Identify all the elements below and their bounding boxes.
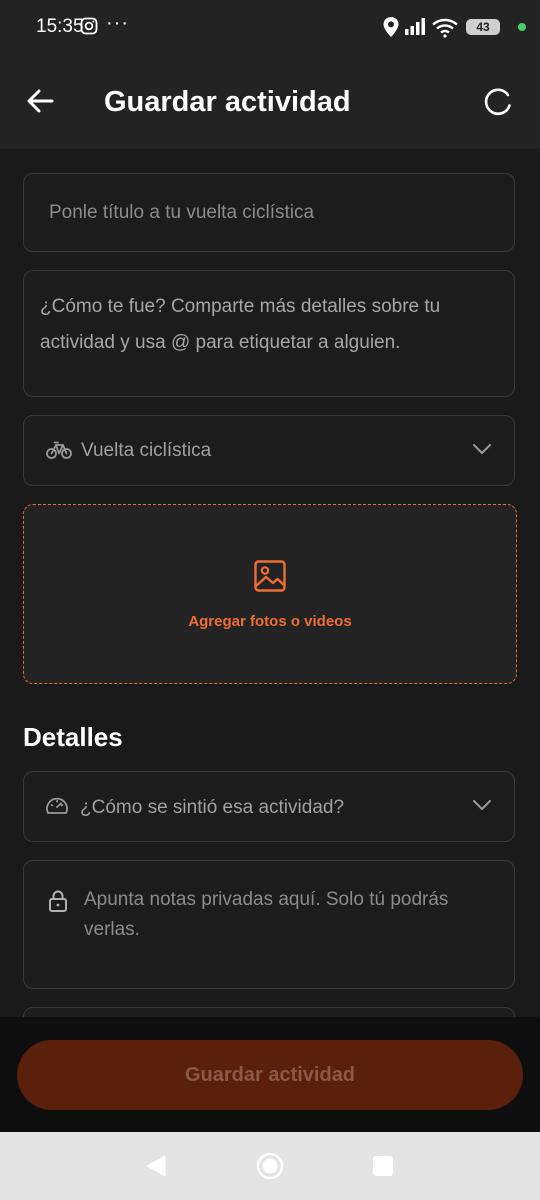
system-nav-bar: [0, 1132, 540, 1200]
bicycle-icon: [46, 441, 72, 459]
add-media-label: Agregar fotos o videos: [188, 613, 352, 630]
lock-icon: [49, 890, 67, 912]
add-media-button[interactable]: Agregar fotos o videos: [23, 504, 517, 684]
page-title: Guardar actividad: [104, 86, 351, 118]
gauge-icon: [46, 797, 68, 814]
refresh-icon[interactable]: [482, 86, 514, 118]
activity-title-input[interactable]: Ponle título a tu vuelta ciclística: [23, 173, 515, 252]
nav-home-icon[interactable]: [256, 1152, 284, 1180]
app-screen: 15:35 ··· 43 Guardar actividad Ponle tít…: [0, 0, 540, 1200]
activity-type-value: Vuelta ciclística: [81, 440, 212, 461]
activity-title-placeholder: Ponle título a tu vuelta ciclística: [49, 202, 315, 223]
battery-icon: 43: [466, 19, 500, 35]
privacy-indicator-dot: [518, 23, 526, 31]
more-notifications-icon: ···: [106, 12, 129, 34]
location-icon: [383, 17, 399, 37]
status-bar: 15:35 ··· 43: [0, 0, 540, 52]
private-notes-placeholder: Apunta notas privadas aquí. Solo tú podr…: [84, 889, 449, 940]
activity-description-input[interactable]: ¿Cómo te fue? Comparte más detalles sobr…: [23, 270, 515, 397]
instagram-icon: [80, 17, 98, 35]
activity-type-select[interactable]: Vuelta ciclística: [23, 415, 515, 486]
activity-description-placeholder: ¿Cómo te fue? Comparte más detalles sobr…: [40, 296, 441, 353]
perceived-exertion-select[interactable]: ¿Cómo se sintió esa actividad?: [23, 771, 515, 842]
wifi-icon: [432, 18, 458, 38]
image-icon: [254, 560, 286, 592]
perceived-exertion-placeholder: ¿Cómo se sintió esa actividad?: [80, 797, 345, 818]
chevron-down-icon: [473, 444, 491, 454]
save-activity-button[interactable]: Guardar actividad: [17, 1040, 523, 1110]
signal-icon: [405, 18, 425, 35]
details-heading: Detalles: [23, 722, 123, 752]
status-time: 15:35: [36, 16, 84, 37]
back-arrow-icon[interactable]: [24, 84, 58, 118]
status-icons: 43: [366, 14, 526, 40]
nav-back-icon[interactable]: [145, 1154, 167, 1178]
app-header: Guardar actividad: [0, 52, 540, 149]
bottom-action-bar: Guardar actividad: [0, 1017, 540, 1132]
nav-recent-apps-icon[interactable]: [372, 1155, 394, 1177]
chevron-down-icon: [473, 800, 491, 810]
private-notes-input[interactable]: Apunta notas privadas aquí. Solo tú podr…: [23, 860, 515, 989]
